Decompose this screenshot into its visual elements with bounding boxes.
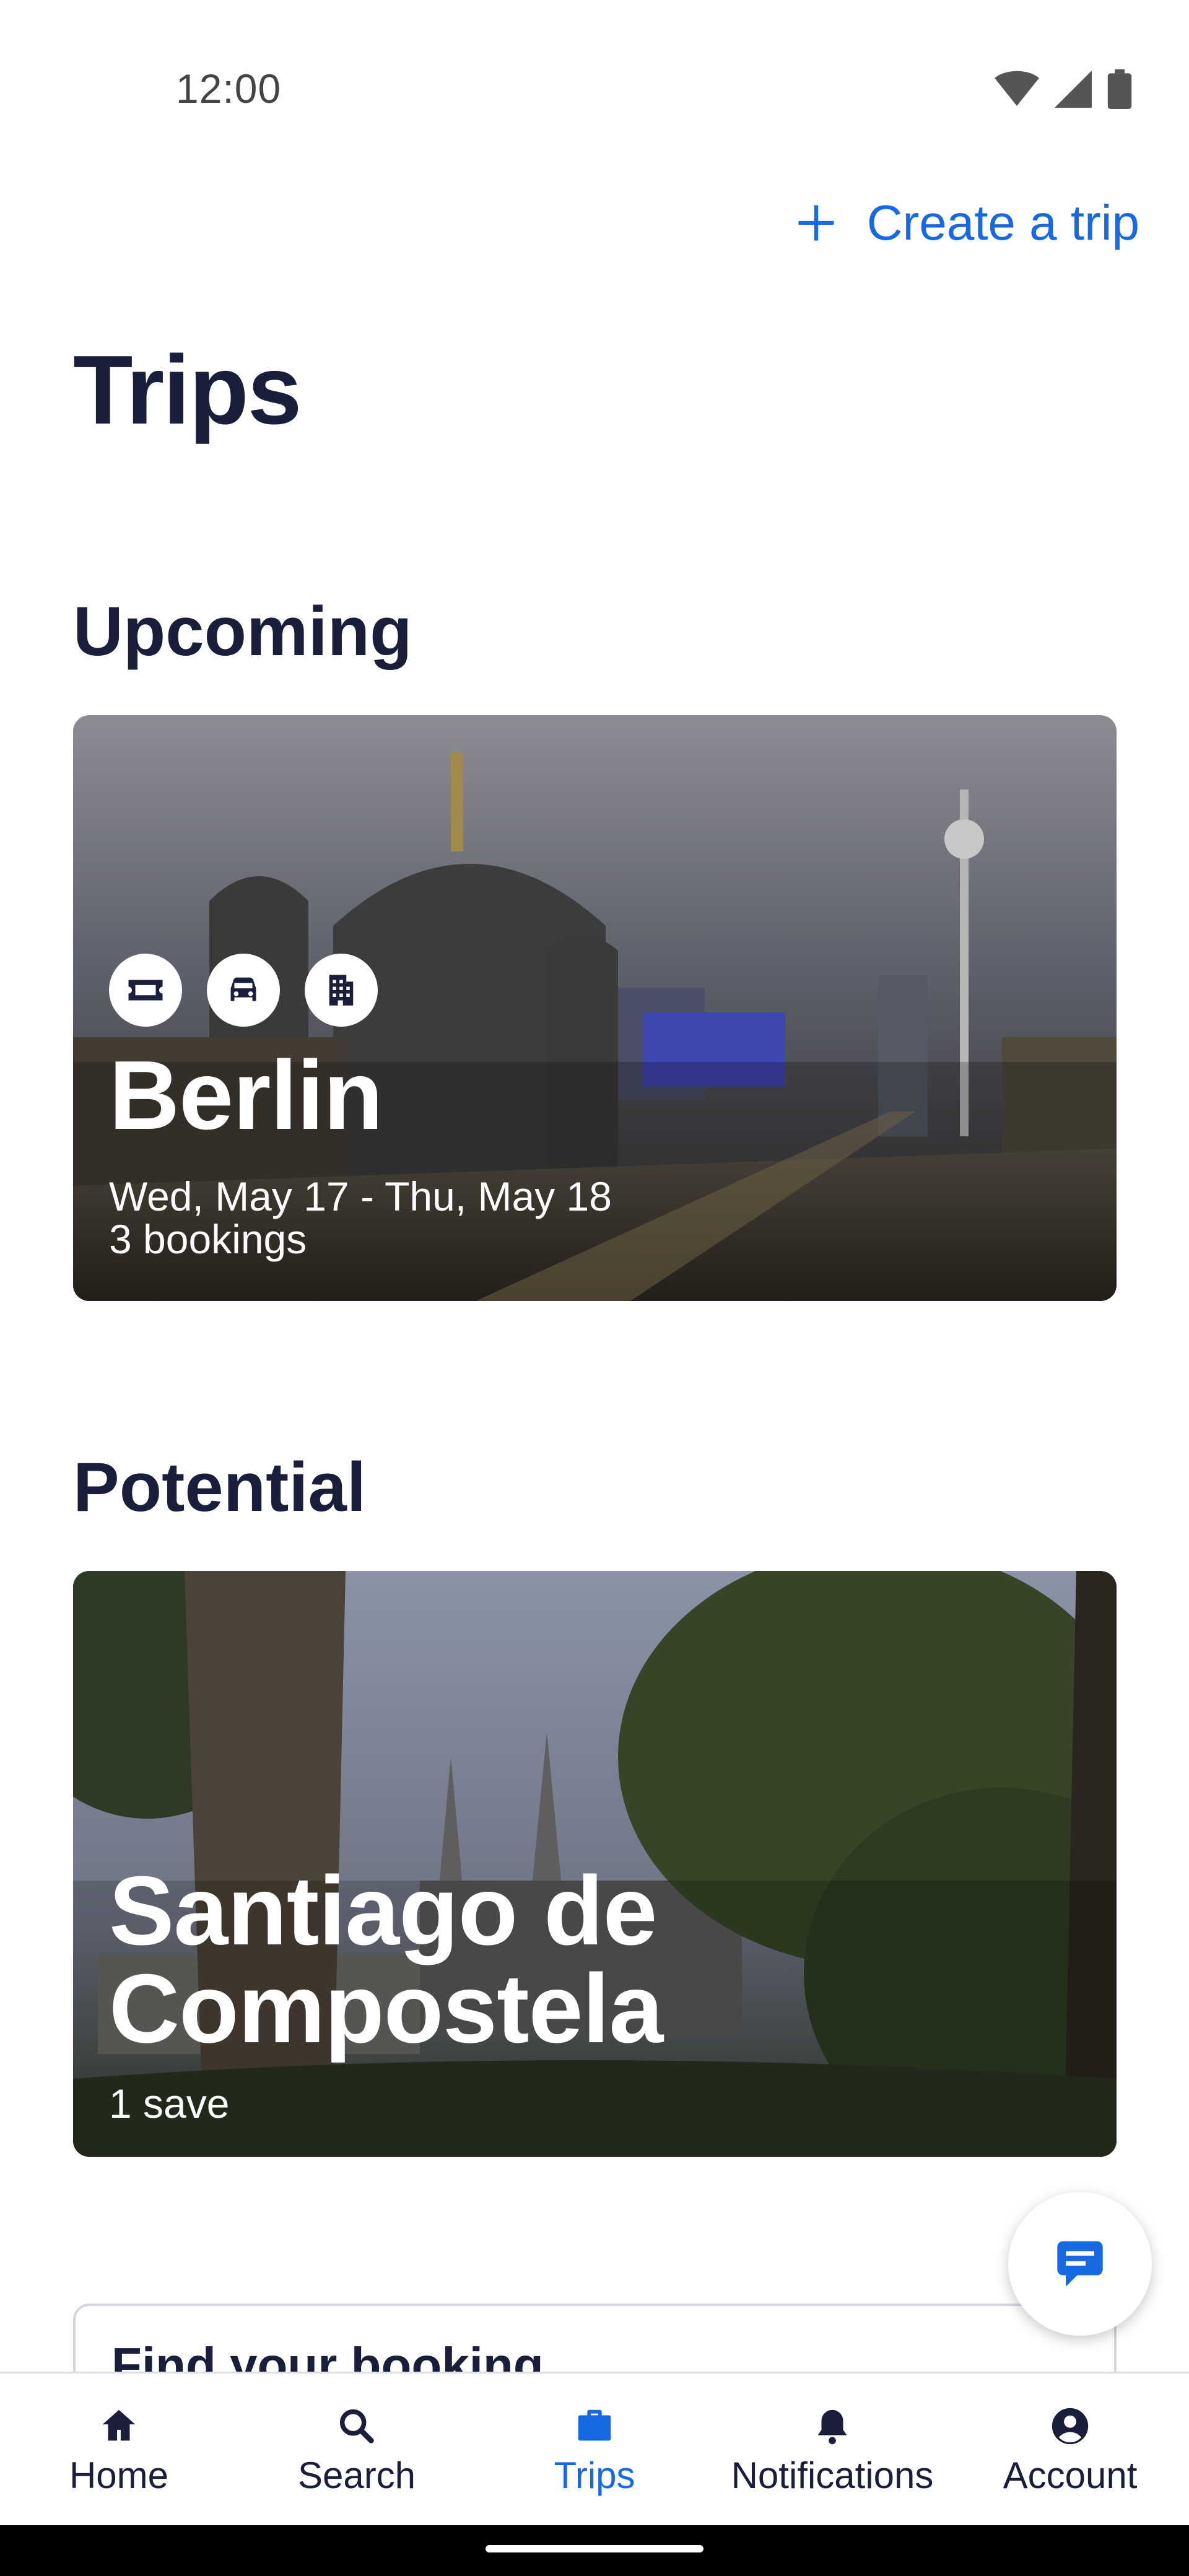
trip-name-line-2: Compostela — [109, 1954, 663, 2063]
battery-icon — [1107, 69, 1132, 109]
chat-icon — [1057, 2241, 1103, 2287]
nav-item-trips[interactable]: Trips — [476, 2374, 713, 2525]
trip-saves-count: 1 save — [109, 2081, 230, 2126]
status-bar: 12:00 — [0, 0, 1189, 186]
car-icon — [207, 954, 280, 1027]
trip-name-line-1: Santiago de — [109, 1856, 657, 1965]
trip-dates: Wed, May 17 - Thu, May 18 — [109, 1173, 612, 1219]
trip-card-berlin[interactable]: Berlin Wed, May 17 - Thu, May 18 3 booki… — [73, 715, 1117, 1301]
section-title-upcoming: Upcoming — [73, 593, 412, 670]
nav-item-notifications[interactable]: Notifications — [713, 2374, 951, 2525]
trip-card-text: Berlin Wed, May 17 - Thu, May 18 3 booki… — [109, 1046, 612, 1261]
trip-card-santiago[interactable]: Santiago de Compostela 1 save — [73, 1571, 1117, 2157]
nav-label-home: Home — [69, 2455, 169, 2496]
trip-name: Berlin — [109, 1041, 383, 1150]
booking-type-icons — [109, 954, 378, 1027]
nav-item-account[interactable]: Account — [951, 2374, 1189, 2525]
account-icon — [1052, 2408, 1089, 2445]
trip-bookings-count: 3 bookings — [109, 1216, 307, 1263]
nav-label-trips: Trips — [554, 2455, 635, 2496]
plus-icon — [798, 205, 834, 241]
status-time: 12:00 — [176, 66, 282, 111]
create-trip-button[interactable]: Create a trip — [793, 186, 1139, 260]
search-icon — [339, 2409, 374, 2443]
chat-button[interactable] — [1008, 2192, 1152, 2336]
hotel-icon — [305, 954, 378, 1027]
section-title-potential: Potential — [73, 1448, 366, 1526]
nav-label-search: Search — [297, 2455, 416, 2496]
nav-item-home[interactable]: Home — [0, 2374, 238, 2525]
bell-icon — [817, 2409, 847, 2445]
nav-item-search[interactable]: Search — [238, 2374, 476, 2525]
trip-card-text: Santiago de Compostela 1 save — [109, 1862, 663, 2125]
wifi-icon — [995, 71, 1039, 106]
create-trip-label: Create a trip — [866, 195, 1139, 250]
ticket-icon — [109, 954, 182, 1027]
bottom-nav: Home Search Trips Notifications Account — [0, 2372, 1189, 2525]
gesture-handle[interactable] — [486, 2545, 703, 2552]
signal-icon — [1055, 71, 1092, 108]
system-navigation-bar — [0, 2525, 1189, 2576]
status-icons — [995, 69, 1132, 109]
nav-label-notifications: Notifications — [731, 2455, 934, 2496]
home-icon — [102, 2409, 136, 2441]
briefcase-icon — [578, 2409, 611, 2441]
nav-label-account: Account — [1003, 2455, 1138, 2496]
page-title: Trips — [73, 336, 302, 445]
